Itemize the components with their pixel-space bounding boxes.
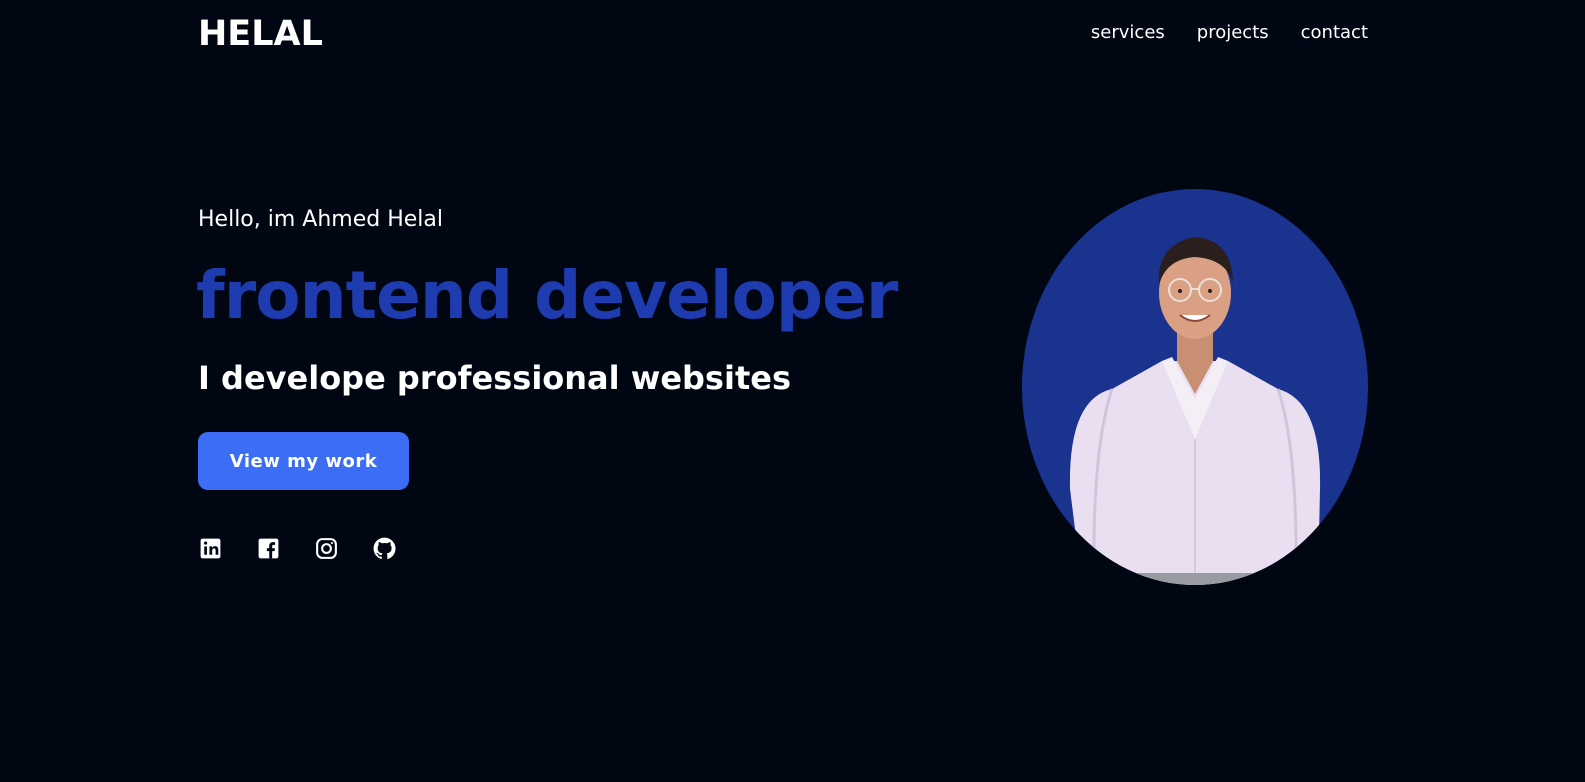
hero-greeting: Hello, im Ahmed Helal <box>198 207 443 232</box>
instagram-icon[interactable] <box>314 536 339 561</box>
nav-link-contact[interactable]: contact <box>1301 20 1368 46</box>
linkedin-icon[interactable] <box>198 536 223 561</box>
view-my-work-button[interactable]: View my work <box>198 432 409 490</box>
nav-link-projects[interactable]: projects <box>1197 20 1269 46</box>
profile-photo <box>1022 189 1368 585</box>
hero-role: frontend developer <box>196 257 898 334</box>
github-icon[interactable] <box>372 536 397 561</box>
page: HELAL services projects contact Hello, i… <box>0 0 1585 782</box>
logo[interactable]: HELAL <box>198 13 323 55</box>
nav-link-services[interactable]: services <box>1091 20 1165 46</box>
hero-tagline: I develope professional websites <box>198 359 791 397</box>
facebook-icon[interactable] <box>256 536 281 561</box>
main-nav: services projects contact <box>1091 20 1368 46</box>
social-links <box>198 536 397 561</box>
